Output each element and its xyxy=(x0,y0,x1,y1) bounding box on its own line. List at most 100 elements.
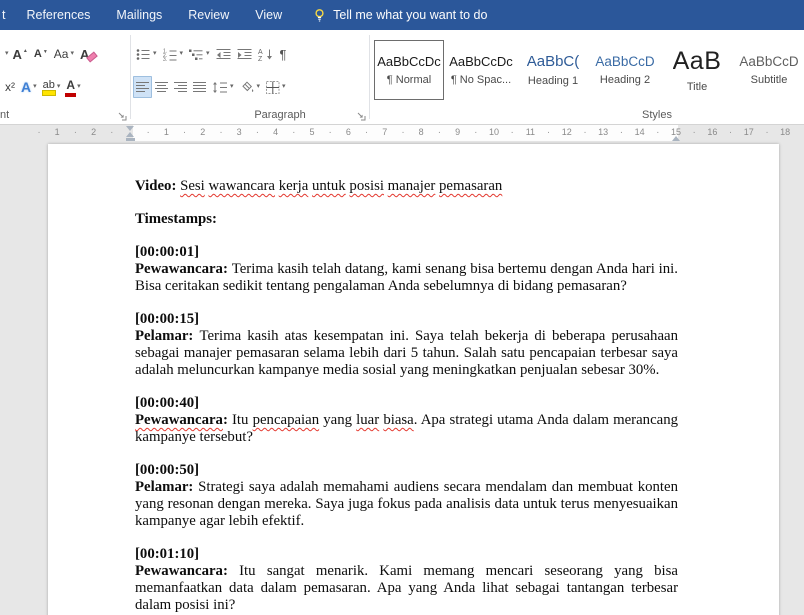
styles-group: AaBbCcDc ¶ Normal AaBbCcDc ¶ No Spac... … xyxy=(370,30,804,124)
tab-partial[interactable]: t xyxy=(0,0,13,30)
numbering-button[interactable]: 1. 2. 3. ▾ xyxy=(160,43,187,65)
font-size-dropdown-partial[interactable]: ▾ xyxy=(2,43,10,65)
paragraph-group: ▾ 1. 2. 3. ▾ ▾ AZ ¶ ▾ ▾ ▾ Paragraph xyxy=(131,30,369,124)
paragraph-dialog-launcher[interactable] xyxy=(356,111,366,121)
document-content[interactable]: Video: Sesi wawancara kerja untuk posisi… xyxy=(135,178,678,615)
chevron-down-icon: ▾ xyxy=(230,83,234,90)
tell-me-label: Tell me what you want to do xyxy=(333,8,488,22)
entry-text: Pewawancara: Terima kasih telah datang, … xyxy=(135,261,678,294)
chevron-down-icon: ▾ xyxy=(153,50,157,57)
tell-me-box[interactable]: Tell me what you want to do xyxy=(313,8,487,22)
align-left-icon xyxy=(136,82,149,92)
document-area: Video: Sesi wawancara kerja untuk posisi… xyxy=(0,141,804,615)
align-right-button[interactable] xyxy=(171,76,190,98)
decrease-indent-button[interactable] xyxy=(213,43,234,65)
transcript-entry: [00:01:10] Pewawancara: Itu sangat menar… xyxy=(135,546,678,614)
paragraph-group-label: Paragraph xyxy=(254,109,306,121)
bullets-button[interactable]: ▾ xyxy=(133,43,160,65)
style-subtitle[interactable]: AaBbCcD Subtitle xyxy=(734,40,804,100)
document-page[interactable]: Video: Sesi wawancara kerja untuk posisi… xyxy=(48,144,779,615)
entry-text: Pewawancara: Itu sangat menarik. Kami me… xyxy=(135,563,678,613)
multilevel-list-button[interactable]: ▾ xyxy=(186,43,213,65)
borders-icon xyxy=(266,80,280,94)
chevron-down-icon: ▾ xyxy=(206,50,210,57)
grow-font-button[interactable]: A ▲ xyxy=(10,43,31,65)
dialog-launcher-icon xyxy=(118,112,127,121)
style-normal[interactable]: AaBbCcDc ¶ Normal xyxy=(374,40,444,100)
entry-text: Pelamar: Terima kasih atas kesempatan in… xyxy=(135,328,678,378)
horizontal-ruler[interactable]: 2 · 1 · · 1 · 2 · 3 · 4 · 5 · 6 · 7 · 8 · 9 · 10 · 11 · 12 · 13 · 14 · 15… xyxy=(0,125,804,141)
tab-references[interactable]: References xyxy=(13,0,103,30)
borders-button[interactable]: ▾ xyxy=(263,76,289,98)
style-preview: AaBbC( xyxy=(526,53,580,70)
style-name: Heading 2 xyxy=(599,74,651,86)
paint-bucket-icon xyxy=(241,80,253,92)
justify-button[interactable] xyxy=(190,76,209,98)
lightbulb-icon xyxy=(315,9,324,22)
align-center-button[interactable] xyxy=(152,76,171,98)
align-left-button[interactable] xyxy=(133,76,152,98)
sort-button[interactable]: AZ xyxy=(255,43,277,65)
speaker-name: Pewawancara xyxy=(135,563,223,579)
style-heading-2[interactable]: AaBbCcD Heading 2 xyxy=(590,40,660,100)
svg-text:Z: Z xyxy=(258,56,263,61)
numbering-icon: 1.2.3. xyxy=(163,48,177,61)
transcript-entry: [00:00:50] Pelamar: Strategi saya adalah… xyxy=(135,462,678,530)
entry-text: Pelamar: Strategi saya adalah memahami a… xyxy=(135,479,678,529)
style-name: Subtitle xyxy=(750,74,788,86)
chevron-down-icon: ▾ xyxy=(70,50,74,57)
superscript-button[interactable]: x² xyxy=(2,76,18,98)
clear-formatting-icon: A xyxy=(80,47,95,62)
highlight-icon: ab xyxy=(41,79,57,96)
chevron-down-icon: ▾ xyxy=(33,83,37,90)
left-indent-marker[interactable] xyxy=(126,132,135,141)
transcript-entry: [00:00:15] Pelamar: Terima kasih atas ke… xyxy=(135,311,678,379)
multilevel-list-icon xyxy=(189,49,203,60)
entry-text: Pewawancara: Itu pencapaian yang luar bi… xyxy=(135,412,679,445)
tab-view[interactable]: View xyxy=(242,0,295,30)
font-group: ▾ A ▲ A ▼ Aa ▾ A x² A ▾ ab ▾ A ▾ nt xyxy=(0,30,130,124)
font-dialog-launcher[interactable] xyxy=(117,111,127,121)
change-case-button[interactable]: Aa ▾ xyxy=(51,43,77,65)
intro-label: Video xyxy=(135,178,172,194)
style-no-spacing[interactable]: AaBbCcDc ¶ No Spac... xyxy=(446,40,516,100)
text-effects-button[interactable]: A ▾ xyxy=(18,76,40,98)
shrink-font-button[interactable]: A ▼ xyxy=(31,43,51,65)
timestamp: [00:00:40] xyxy=(135,395,200,411)
text-effects-icon: A xyxy=(21,79,32,95)
justify-icon xyxy=(193,82,206,92)
speaker-name: Pewawancara xyxy=(135,412,223,428)
styles-gallery: AaBbCcDc ¶ Normal AaBbCcDc ¶ No Spac... … xyxy=(370,40,804,100)
line-spacing-button[interactable]: ▾ xyxy=(209,76,237,98)
text-highlight-button[interactable]: ab ▾ xyxy=(40,76,64,98)
clear-formatting-button[interactable]: A xyxy=(77,43,98,65)
chevron-down-icon: ▾ xyxy=(179,50,184,57)
section-heading: Timestamps: xyxy=(135,211,217,227)
speaker-name: Pelamar xyxy=(135,328,189,344)
font-group-label-partial: nt xyxy=(0,109,10,121)
style-name: ¶ Normal xyxy=(386,74,432,86)
chevron-down-icon: ▾ xyxy=(282,83,286,90)
timestamp: [00:00:50] xyxy=(135,462,200,478)
style-title[interactable]: AaB Title xyxy=(662,40,732,100)
dialog-launcher-icon xyxy=(357,112,366,121)
change-case-icon: Aa xyxy=(53,47,69,61)
timestamp: [00:00:15] xyxy=(135,311,200,327)
font-color-button[interactable]: A ▾ xyxy=(63,76,83,98)
tab-review[interactable]: Review xyxy=(175,0,242,30)
tab-mailings[interactable]: Mailings xyxy=(103,0,175,30)
increase-indent-button[interactable] xyxy=(234,43,255,65)
first-line-indent-marker[interactable] xyxy=(126,126,134,131)
styles-group-label: Styles xyxy=(642,109,672,121)
ribbon: ▾ A ▲ A ▼ Aa ▾ A x² A ▾ ab ▾ A ▾ nt ▾ 1.… xyxy=(0,30,804,125)
timestamp: [00:01:10] xyxy=(135,546,200,562)
align-right-icon xyxy=(174,82,187,92)
show-hide-pilcrow-button[interactable]: ¶ xyxy=(277,43,290,65)
bullets-icon xyxy=(136,48,150,60)
speaker-name: Pewawancara xyxy=(135,261,223,277)
shading-button[interactable]: ▾ xyxy=(237,76,264,98)
decrease-indent-icon xyxy=(216,48,231,59)
chevron-down-icon: ▾ xyxy=(256,83,261,90)
style-name: Heading 1 xyxy=(527,75,579,87)
style-heading-1[interactable]: AaBbC( Heading 1 xyxy=(518,40,588,100)
